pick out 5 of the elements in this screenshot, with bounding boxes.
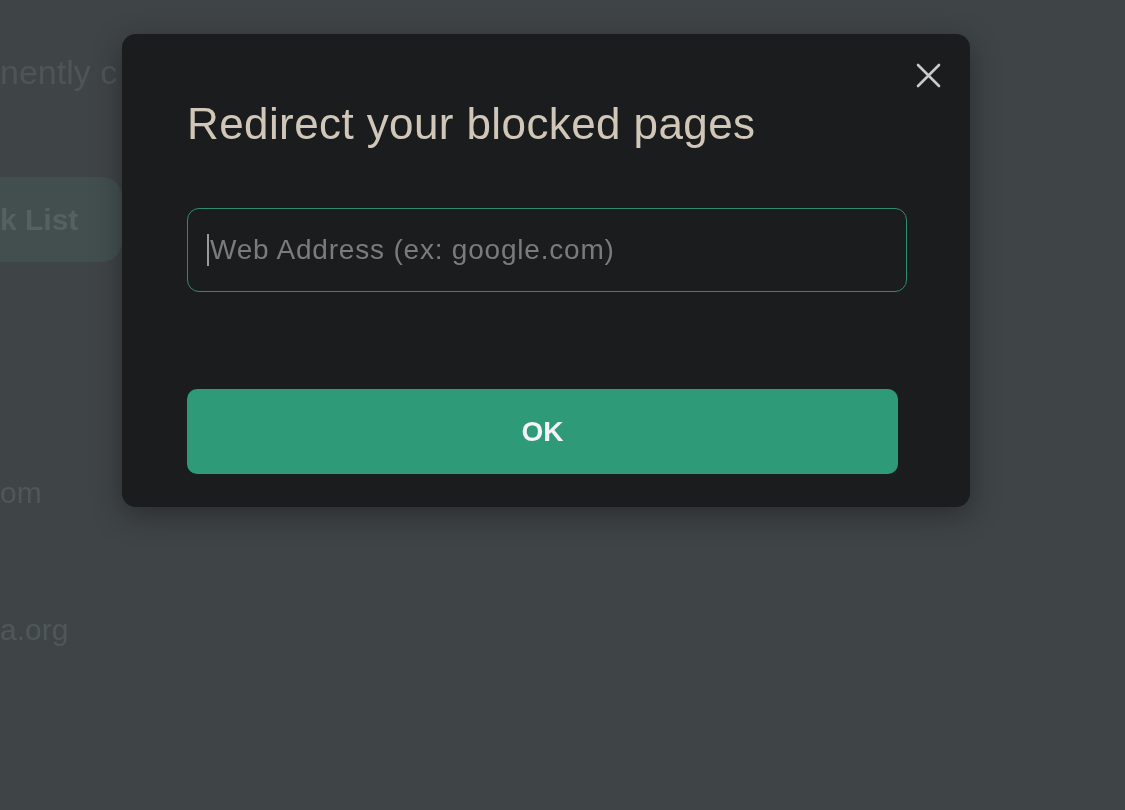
close-icon [916, 63, 941, 88]
dialog-title: Redirect your blocked pages [187, 98, 756, 150]
ok-button[interactable]: OK [187, 389, 898, 474]
close-button[interactable] [916, 63, 941, 88]
web-address-field[interactable]: Web Address (ex: google.com) [187, 208, 907, 292]
